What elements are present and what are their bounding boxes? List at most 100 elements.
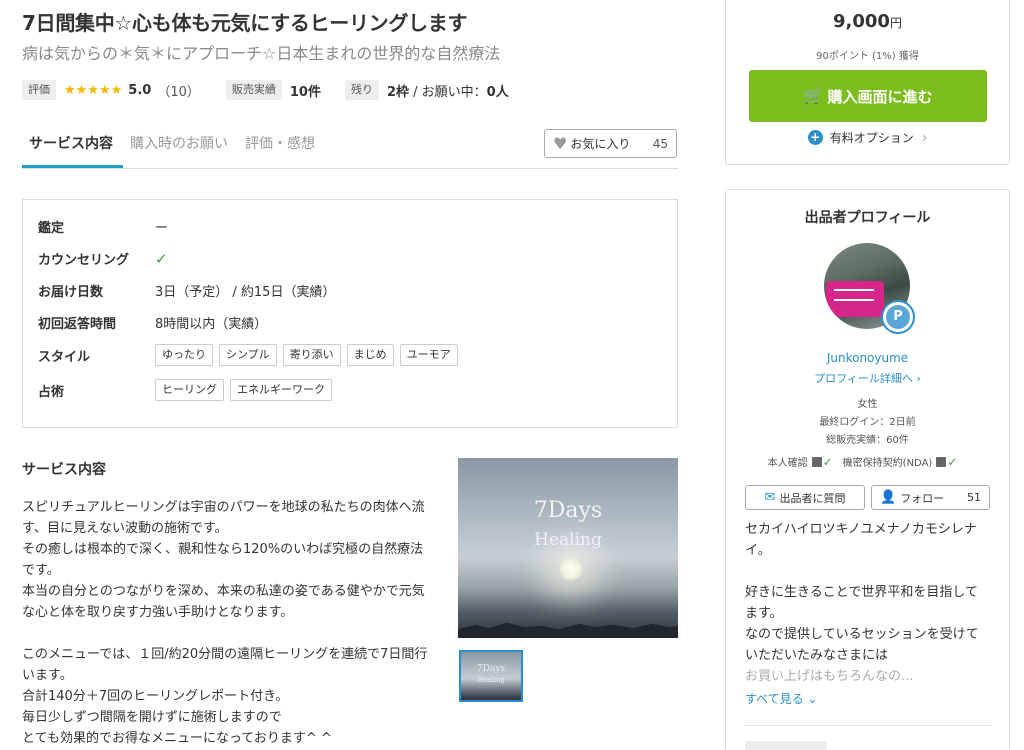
ask-seller-button[interactable]: ✉ 出品者に質問	[745, 485, 865, 510]
rating-label: 評価	[22, 80, 56, 100]
service-spec-table: 鑑定 ー カウンセリング ✓ お届け日数 3日（予定） / 約15日（実績） 初…	[22, 199, 678, 428]
review-count[interactable]: （10）	[157, 81, 200, 100]
spec-label: 占術	[38, 384, 65, 400]
tab-reviews[interactable]: 評価・感想	[245, 133, 315, 153]
buy-label: 購入画面に進む	[827, 88, 933, 106]
points-earned: 90ポイント (1%) 獲得	[816, 51, 919, 62]
service-meta: 評価 ★★★★★ 5.0 （10） 販売実績 10件 残り 2枠 / お願い中：…	[22, 80, 509, 100]
profile-detail-link[interactable]: プロフィール詳細へ ›	[726, 370, 1009, 386]
remain-separator: / お願い中：	[409, 84, 487, 100]
paid-option-link[interactable]: + 有料オプション ›	[726, 129, 1009, 146]
rating-stars: ★★★★★	[64, 82, 123, 98]
style-chip[interactable]: ユーモア	[399, 344, 458, 366]
divination-chips: ヒーリング エネルギーワーク	[155, 379, 338, 401]
identity-label: 本人確認	[767, 458, 808, 469]
bio-line: なので提供しているセッションを受けて	[745, 627, 979, 642]
remain-slots: 2枠	[386, 84, 409, 100]
spec-row-appraisal: 鑑定 ー	[38, 217, 168, 236]
style-chip[interactable]: まじめ	[346, 344, 394, 366]
tab-purchase-request[interactable]: 購入時のお願い	[130, 133, 228, 153]
description-line: す、目に見えない波動の施術です。	[22, 521, 228, 536]
price: 9,000円	[726, 11, 1009, 32]
chevron-right-icon: ›	[916, 372, 921, 385]
service-main-image[interactable]: 7Days Healing	[458, 458, 678, 638]
favorite-button[interactable]: ♥ お気に入り 45	[544, 129, 677, 158]
check-icon: ✓	[947, 454, 958, 469]
chevron-down-icon: ⌄	[807, 692, 818, 706]
divination-chip[interactable]: ヒーリング	[155, 379, 224, 401]
remain-status: 2枠 / お願い中：0人	[387, 81, 509, 100]
skill-tag	[745, 741, 827, 750]
bio-line: ます。	[745, 606, 783, 621]
ask-seller-label: 出品者に質問	[779, 491, 846, 505]
description-line: このメニューでは、１回/約20分間の遠隔ヒーリングを連続で7日間行	[22, 647, 428, 662]
spec-label: スタイル	[38, 349, 91, 365]
description-line: います。	[22, 668, 73, 683]
badge-inner: P	[886, 305, 910, 329]
favorite-count: 45	[652, 136, 668, 151]
description-line: 合計140分＋7回のヒーリングレポート付き。	[22, 689, 289, 704]
check-icon: ✓	[822, 454, 833, 469]
follow-button[interactable]: 👤 フォロー 51	[871, 485, 990, 510]
description-text: スピリチュアルヒーリングは宇宙のパワーを地球の私たちの肉体へ流 す、目に見えない…	[22, 497, 447, 749]
image-thumbnail[interactable]: 7Days Healing	[459, 650, 523, 702]
image-title-line1: 7Days	[533, 498, 603, 523]
profile-heading: 出品者プロフィール	[804, 210, 931, 226]
description-line: な心と体を取り戻す力強い手助けとなります。	[22, 605, 294, 620]
service-title: 7日間集中☆心も体も元気にするヒーリングします	[22, 11, 468, 35]
spec-row-first-response: 初回返答時間 8時間以内（実績）	[38, 313, 267, 332]
check-icon: ✓	[155, 249, 168, 268]
see-all-link[interactable]: すべて見る ⌄	[745, 690, 818, 707]
divination-chip[interactable]: エネルギーワーク	[230, 379, 332, 401]
spec-label: 初回返答時間	[38, 317, 117, 332]
price-currency: 円	[889, 16, 902, 30]
style-chips: ゆったり シンプル 寄り添い まじめ ユーモア	[155, 344, 464, 366]
service-subtitle: 病は気からの＊気＊にアプローチ☆日本生まれの世界的な自然療法	[22, 44, 501, 63]
sun-glow	[558, 556, 584, 582]
nda-label: 機密保持契約(NDA)	[842, 458, 933, 469]
see-all-label: すべて見る	[745, 692, 804, 706]
price-value: 9,000	[833, 11, 890, 32]
mail-icon: ✉	[764, 490, 776, 505]
style-chip[interactable]: 寄り添い	[282, 344, 341, 366]
remain-label: 残り	[344, 80, 379, 100]
option-label: 有料オプション	[829, 131, 914, 145]
favorite-label: お気に入り	[570, 137, 631, 151]
description-line: 毎日少しずつ間隔を開けずに施術しますので	[22, 710, 282, 725]
buy-button[interactable]: 🛒 購入画面に進む	[749, 70, 987, 122]
bio-spacer	[745, 561, 995, 582]
description-line: とても効果的でお得なメニューになっております^ ^	[22, 731, 332, 746]
bio-line: イ。	[745, 543, 771, 558]
remain-in-progress: 0人	[486, 84, 509, 100]
cart-icon: 🛒	[803, 88, 824, 105]
document-icon	[936, 456, 947, 467]
follow-count: 51	[967, 491, 981, 504]
seller-username[interactable]: Junkonoyume	[726, 351, 1009, 365]
seller-profile: 出品者プロフィール P Junkonoyume プロフィール詳細へ › 女性 最…	[725, 189, 1010, 750]
tab-service-content[interactable]: サービス内容	[29, 133, 113, 153]
style-chip[interactable]: シンプル	[219, 344, 277, 366]
style-chip[interactable]: ゆったり	[155, 344, 213, 366]
id-card-icon	[811, 456, 822, 467]
sales-label: 販売実績	[225, 80, 282, 100]
sales-value: 10件	[289, 84, 321, 100]
bio-line: お買い上げはもちろんなの...	[745, 669, 914, 684]
spec-value: 3日（予定） / 約15日（実績）	[155, 285, 336, 300]
heart-icon: ♥	[553, 133, 568, 153]
spec-label: 鑑定	[38, 221, 65, 236]
thumb-title-line2: Healing	[477, 676, 505, 684]
add-user-icon: 👤	[880, 490, 897, 505]
thumb-title-line1: 7Days	[476, 664, 505, 674]
pro-badge-icon: P	[881, 300, 915, 334]
profile-detail-label: プロフィール詳細へ	[814, 372, 913, 385]
description-line: 本当の自分とのつながりを深め、本来の私達の姿である健やかで元気	[22, 584, 425, 599]
seller-bio: セカイハイロツキノユメナノカモシレナ イ。 好きに生きることで世界平和を目指して…	[745, 519, 995, 687]
divider	[745, 725, 991, 726]
bio-line: いただいたみなさまには	[745, 648, 889, 663]
profile-actions: ✉ 出品者に質問 👤 フォロー 51	[745, 485, 990, 510]
spec-label: カウンセリング	[38, 253, 130, 268]
active-tab-indicator	[22, 165, 123, 168]
plus-icon: +	[807, 130, 823, 145]
chevron-right-icon: ›	[921, 129, 928, 146]
seller-last-login: 最終ログイン：2日前	[819, 417, 916, 428]
